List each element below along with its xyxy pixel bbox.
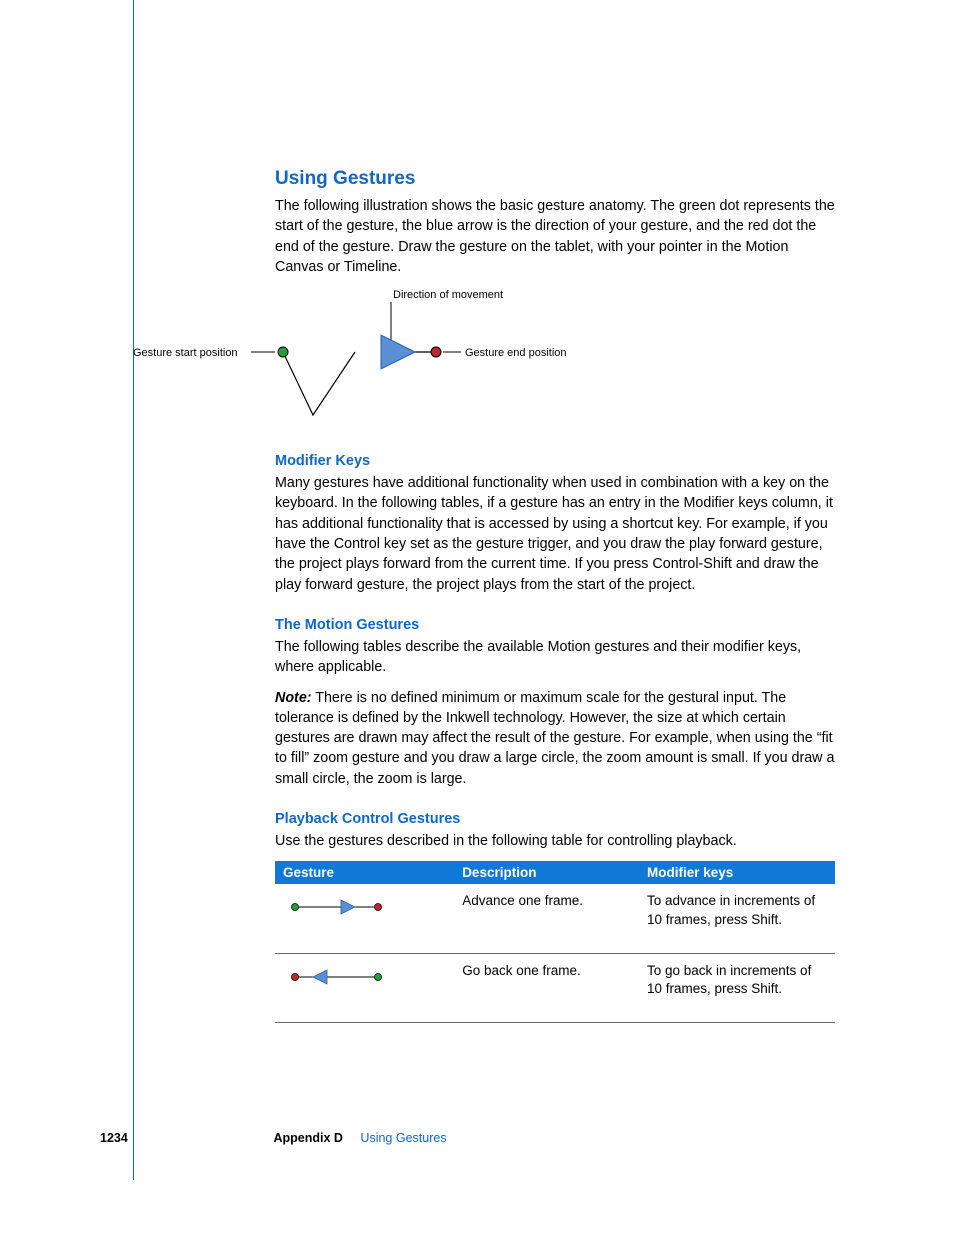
page-title: Using Gestures [275, 168, 835, 190]
desc-cell: Advance one frame. [454, 884, 639, 953]
desc-cell: Go back one frame. [454, 953, 639, 1022]
table-row: Go back one frame. To go back in increme… [275, 953, 835, 1022]
th-description: Description [454, 861, 639, 884]
end-label: Gesture end position [465, 347, 567, 359]
page-footer: 1234 Appendix D Using Gestures [100, 1131, 800, 1145]
motion-gestures-note: Note: There is no defined minimum or max… [275, 688, 835, 789]
appendix-label: Appendix D [273, 1131, 342, 1145]
mod-cell: To go back in increments of 10 frames, p… [639, 953, 835, 1022]
gesture-back-icon [283, 962, 393, 992]
left-rule [133, 0, 134, 1180]
note-label: Note: [275, 690, 312, 706]
th-modifier: Modifier keys [639, 861, 835, 884]
heading-playback-gestures: Playback Control Gestures [275, 811, 835, 827]
modifier-keys-body: Many gestures have additional functional… [275, 473, 835, 595]
mod-cell: To advance in increments of 10 frames, p… [639, 884, 835, 953]
intro-paragraph: The following illustration shows the bas… [275, 196, 835, 277]
gesture-anatomy-diagram: Direction of movement Gesture start posi… [133, 280, 693, 430]
start-label: Gesture start position [133, 347, 238, 359]
direction-label: Direction of movement [393, 289, 503, 301]
gesture-cell [275, 953, 454, 1022]
gesture-forward-icon [283, 892, 393, 922]
playback-gestures-body: Use the gestures described in the follow… [275, 831, 835, 851]
appendix-title: Using Gestures [360, 1131, 446, 1145]
heading-motion-gestures: The Motion Gestures [275, 617, 835, 633]
th-gesture: Gesture [275, 861, 454, 884]
motion-gestures-body: The following tables describe the availa… [275, 637, 835, 678]
playback-gestures-table: Gesture Description Modifier keys [275, 861, 835, 1023]
note-body: There is no defined minimum or maximum s… [275, 690, 834, 787]
heading-modifier-keys: Modifier Keys [275, 453, 835, 469]
gesture-cell [275, 884, 454, 953]
table-row: Advance one frame. To advance in increme… [275, 884, 835, 953]
page-number: 1234 [100, 1131, 270, 1145]
